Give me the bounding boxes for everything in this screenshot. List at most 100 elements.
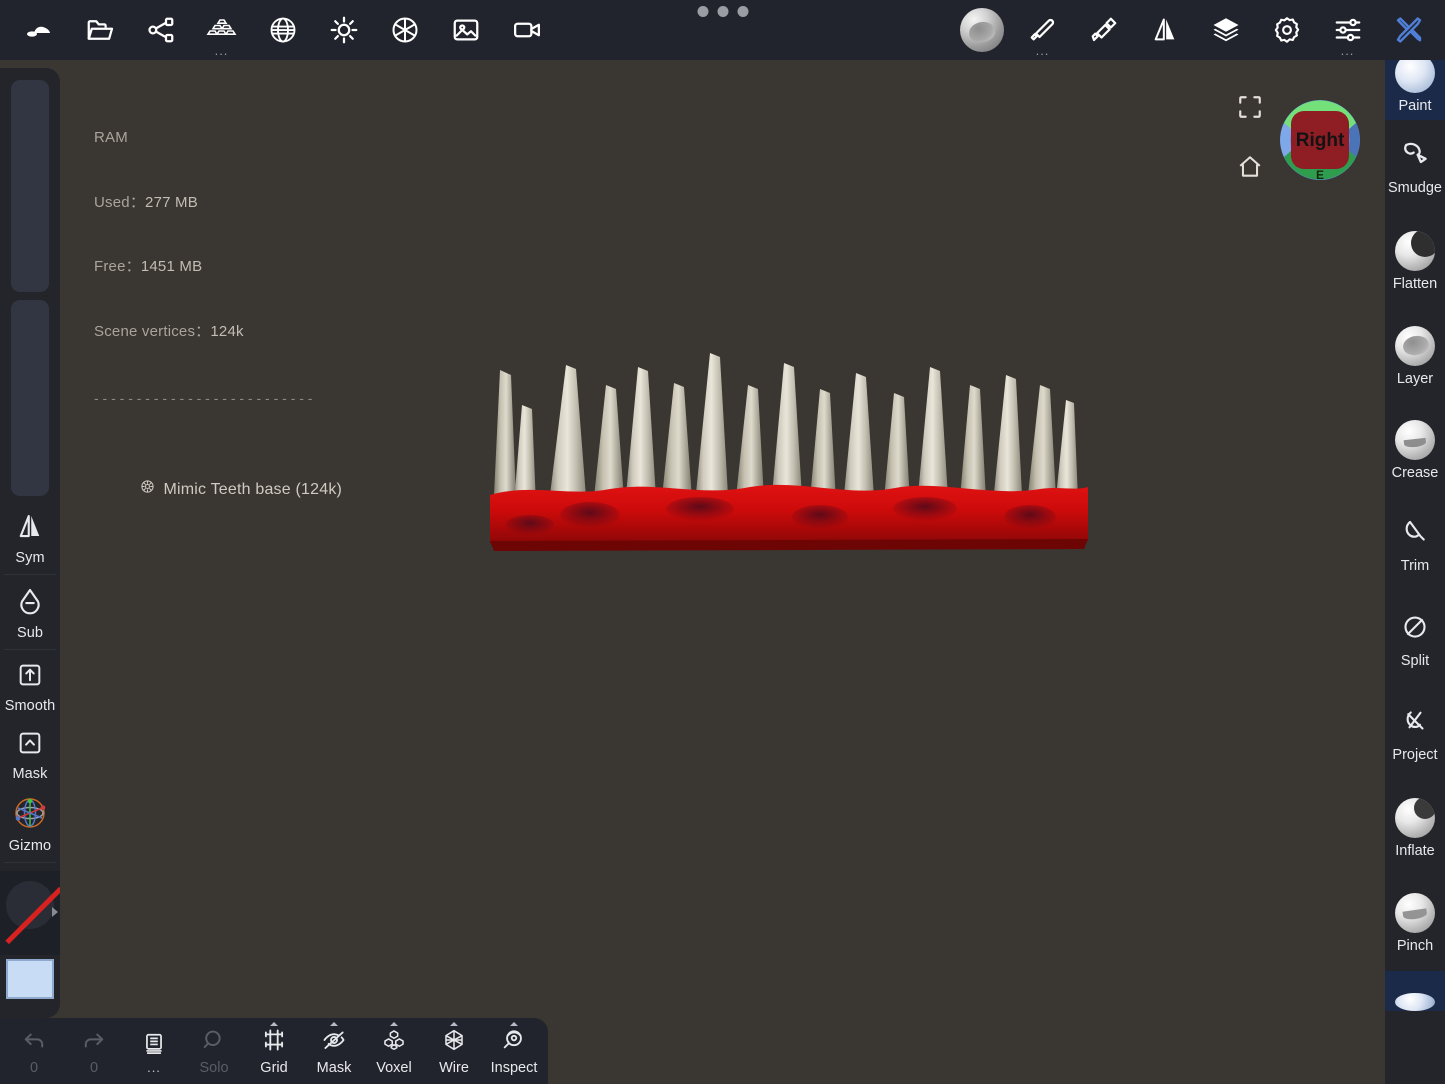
sidebar-label-flatten: Flatten (1392, 276, 1438, 293)
divider (4, 862, 56, 863)
wire-button[interactable]: Wire (424, 1018, 484, 1084)
layers-icon[interactable] (1195, 0, 1256, 60)
brush-icon[interactable]: ... (1012, 0, 1073, 60)
symmetry-icon[interactable] (1134, 0, 1195, 60)
video-icon[interactable] (496, 0, 557, 60)
sidebar-item-smudge[interactable]: Smudge (1385, 120, 1445, 215)
brush-intensity-slider[interactable] (11, 300, 49, 496)
stroke-icon[interactable] (1073, 0, 1134, 60)
sidebar-label-sym: Sym (15, 550, 45, 566)
mask-label: Mask (316, 1059, 352, 1076)
caret-up-icon[interactable] (330, 1022, 338, 1026)
app-root: RAM Used：277 MB Free：1451 MB Scene verti… (0, 0, 1445, 1084)
object-icon (94, 458, 155, 523)
fullscreen-icon[interactable] (1235, 92, 1265, 122)
view-gizmo-face-label: Right (1296, 130, 1345, 151)
sidebar-item-project[interactable]: Project (1385, 687, 1445, 782)
ram-used-value: 277 MB (145, 193, 198, 211)
voxel-button[interactable]: Voxel (364, 1018, 424, 1084)
mask-button[interactable]: Mask (304, 1018, 364, 1084)
material-sphere-icon[interactable] (951, 0, 1012, 60)
inflate-sphere-icon (1395, 798, 1435, 839)
teeth-group (494, 353, 1078, 505)
voxel-label: Voxel (376, 1059, 412, 1076)
sidebar-item-split[interactable]: Split (1385, 593, 1445, 688)
image-icon[interactable] (435, 0, 496, 60)
ram-title: RAM (94, 129, 128, 146)
flatten-sphere-icon (1395, 231, 1435, 272)
sidebar-item-pinch[interactable]: Pinch (1385, 876, 1445, 971)
sidebar-item-trim[interactable]: Trim (1385, 498, 1445, 593)
object-entry[interactable]: Mimic Teeth base (124k) (94, 458, 342, 523)
sidebar-item-flatten[interactable]: Flatten (1385, 215, 1445, 310)
grid-button[interactable]: Grid (244, 1018, 304, 1084)
aperture-icon[interactable] (374, 0, 435, 60)
top-toolbar-left: ... (0, 0, 557, 60)
color-swatch[interactable] (6, 959, 54, 999)
sidebar-item-inflate[interactable]: Inflate (1385, 782, 1445, 877)
ram-used: Used：277 MB (94, 193, 198, 211)
sidebar-item-gizmo[interactable]: Gizmo (0, 788, 60, 860)
left-toolbar: Sym Sub Smooth Mask Gizmo (0, 68, 60, 1018)
wire-label: Wire (439, 1059, 469, 1076)
history-button[interactable]: ... (124, 1018, 184, 1084)
sidebar-item-layer[interactable]: Layer (1385, 309, 1445, 404)
sidebar-label-gizmo: Gizmo (8, 838, 52, 854)
view-gizmo-bottom-label: E (1316, 168, 1324, 182)
stack-more-icon[interactable]: ... (191, 44, 252, 57)
sphere-grid-icon[interactable] (252, 0, 313, 60)
view-gizmo[interactable]: Right E (1265, 92, 1375, 192)
bottom-toolbar: 0 0 ... Solo Grid Mask Voxel Wire Inspec… (0, 1018, 548, 1084)
sidebar-label-mask: Mask (12, 766, 48, 782)
sliders-icon[interactable]: ... (1317, 0, 1378, 60)
grid-label: Grid (260, 1059, 288, 1076)
sidebar-label-crease: Crease (1391, 465, 1439, 482)
tools-icon[interactable] (1378, 0, 1439, 60)
sidebar-item-smooth[interactable]: Smooth (0, 652, 60, 720)
divider (4, 574, 56, 575)
model-mimic-teeth-base[interactable] (470, 345, 1110, 575)
home-icon[interactable] (1235, 152, 1265, 182)
symmetry-icon (15, 510, 45, 547)
folder-icon[interactable] (69, 0, 130, 60)
caret-up-icon[interactable] (270, 1022, 278, 1026)
eye-slash-icon (320, 1027, 348, 1058)
light-icon[interactable] (313, 0, 374, 60)
pages-icon (141, 1031, 167, 1062)
inspect-button[interactable]: Inspect (484, 1018, 544, 1084)
brush-radius-slider[interactable] (11, 80, 49, 292)
caret-up-icon[interactable] (450, 1022, 458, 1026)
alpha-swatch[interactable] (0, 871, 60, 955)
solo-button[interactable]: Solo (184, 1018, 244, 1084)
smooth-icon (16, 660, 44, 695)
undo-button[interactable]: 0 (4, 1018, 64, 1084)
viewport-3d[interactable]: RAM Used：277 MB Free：1451 MB Scene verti… (0, 0, 1445, 1084)
sidebar-label-paint: Paint (1398, 97, 1432, 114)
sidebar-item-sym[interactable]: Sym (0, 502, 60, 572)
undo-count: 0 (29, 1059, 39, 1076)
sidebar-label-pinch: Pinch (1396, 937, 1434, 954)
sidebar-label-split: Split (1400, 652, 1430, 669)
wireframe-icon (440, 1027, 468, 1058)
window-handle[interactable] (697, 6, 748, 17)
sidebar-item-paint[interactable]: Paint (1385, 60, 1445, 120)
brush-more-icon[interactable]: ... (1012, 44, 1073, 57)
sidebar-label-inflate: Inflate (1395, 843, 1435, 860)
sidebar-item-crease[interactable]: Crease (1385, 404, 1445, 499)
undo-icon (20, 1027, 48, 1058)
redo-button[interactable]: 0 (64, 1018, 124, 1084)
caret-up-icon[interactable] (510, 1022, 518, 1026)
history-more-label: ... (147, 1059, 161, 1075)
sidebar-label-smooth: Smooth (4, 698, 56, 714)
gear-icon[interactable] (1256, 0, 1317, 60)
sidebar-item-sub[interactable]: Sub (0, 577, 60, 647)
app-logo-icon[interactable] (8, 0, 69, 60)
inspect-label: Inspect (490, 1059, 538, 1076)
sidebar-item-mask[interactable]: Mask (0, 720, 60, 788)
caret-up-icon[interactable] (390, 1022, 398, 1026)
stack-icon[interactable]: ... (191, 0, 252, 60)
top-toolbar: ... ... ... (0, 0, 1445, 60)
share-icon[interactable] (130, 0, 191, 60)
sidebar-item-next-partial[interactable] (1385, 970, 1445, 1011)
sliders-more-icon[interactable]: ... (1317, 44, 1378, 57)
